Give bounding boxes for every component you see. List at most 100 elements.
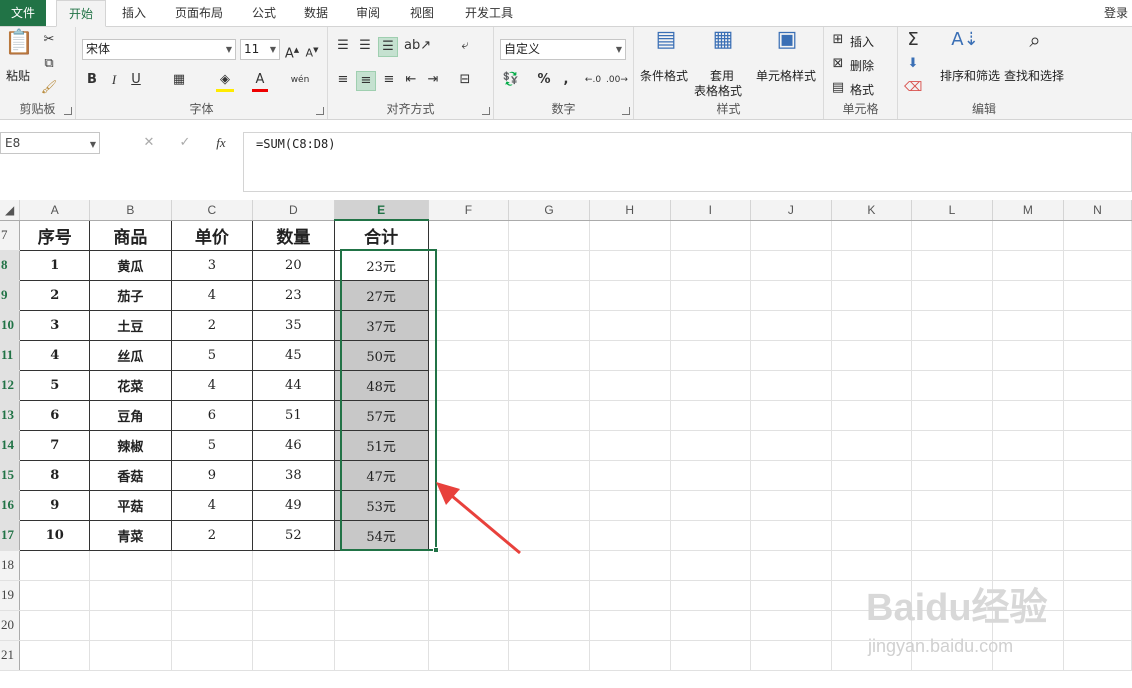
top-align-icon[interactable]: ☰ — [334, 37, 352, 55]
cell[interactable] — [670, 430, 752, 461]
cell[interactable] — [831, 370, 913, 401]
cell[interactable] — [1063, 520, 1132, 551]
cell-price[interactable]: 5 — [170, 339, 254, 371]
cell-product[interactable]: 花菜 — [89, 369, 172, 401]
cell[interactable] — [589, 580, 671, 611]
conditional-formatting-button[interactable]: 条件格式 — [640, 67, 688, 84]
cell[interactable] — [508, 610, 590, 641]
cell[interactable] — [589, 400, 671, 431]
conditional-formatting-icon[interactable]: ▤ — [652, 29, 680, 61]
cell[interactable] — [831, 400, 913, 431]
cell-price[interactable]: 4 — [170, 279, 254, 311]
cell-quantity[interactable]: 49 — [252, 489, 335, 521]
cell-quantity[interactable]: 46 — [252, 429, 335, 461]
sort-filter-button[interactable]: 排序和筛选 — [940, 67, 1000, 84]
cell[interactable] — [992, 250, 1064, 281]
fill-icon[interactable]: ⬇ — [904, 55, 922, 73]
row-header[interactable]: 10 — [0, 310, 21, 341]
cell[interactable] — [428, 220, 510, 251]
cell[interactable] — [252, 550, 335, 581]
header-cell-index[interactable]: 序号 — [19, 219, 91, 251]
tab-file[interactable]: 文件 — [0, 0, 46, 26]
format-as-table-line2[interactable]: 表格格式 — [694, 82, 742, 99]
formula-input[interactable]: =SUM(C8:D8) — [243, 132, 1132, 192]
increase-indent-icon[interactable]: ⇥ — [424, 71, 442, 89]
borders-icon[interactable]: ▦ — [170, 71, 188, 89]
cell[interactable] — [911, 310, 993, 341]
header-cell-price[interactable]: 单价 — [170, 219, 254, 251]
cell[interactable] — [831, 340, 913, 371]
cell[interactable] — [831, 460, 913, 491]
cell[interactable] — [508, 220, 590, 251]
cell[interactable] — [670, 400, 752, 431]
cell[interactable] — [589, 460, 671, 491]
increase-decimal-icon[interactable]: ←.0 — [584, 71, 602, 89]
row-header[interactable]: 21 — [0, 640, 21, 671]
cell-quantity[interactable]: 51 — [252, 399, 335, 431]
select-all-corner[interactable]: ◢ — [0, 200, 21, 221]
row-header[interactable]: 7 — [0, 220, 21, 251]
cell[interactable] — [911, 400, 993, 431]
cell[interactable] — [171, 610, 254, 641]
find-select-icon[interactable]: ⌕ — [1020, 30, 1050, 61]
cell-price[interactable]: 4 — [170, 369, 254, 401]
insert-cells-button[interactable]: 插入 — [850, 33, 874, 50]
row-header[interactable]: 14 — [0, 430, 21, 461]
cell[interactable] — [750, 310, 832, 341]
cell[interactable] — [750, 520, 832, 551]
tab-home[interactable]: 开始 — [56, 0, 106, 27]
cell[interactable] — [589, 220, 671, 251]
cell-index[interactable]: 3 — [19, 309, 91, 341]
column-header[interactable]: C — [171, 200, 254, 221]
row-header[interactable]: 19 — [0, 580, 21, 611]
cell-index[interactable]: 5 — [19, 369, 91, 401]
cell[interactable] — [334, 610, 429, 641]
cell-index[interactable]: 1 — [19, 249, 91, 281]
cell-product[interactable]: 辣椒 — [89, 429, 172, 461]
italic-icon[interactable]: I — [106, 71, 122, 89]
font-launcher-icon[interactable] — [316, 107, 324, 115]
cell[interactable] — [670, 610, 752, 641]
cell-index[interactable]: 6 — [19, 399, 91, 431]
cell[interactable] — [831, 550, 913, 581]
cell-index[interactable]: 9 — [19, 489, 91, 521]
cell-total[interactable]: 57元 — [333, 399, 429, 431]
cell[interactable] — [428, 610, 510, 641]
cell[interactable] — [750, 640, 832, 671]
cell[interactable] — [334, 580, 429, 611]
cell-product[interactable]: 茄子 — [89, 279, 172, 311]
cell-price[interactable]: 5 — [170, 429, 254, 461]
cell[interactable] — [992, 550, 1064, 581]
cell-price[interactable]: 3 — [170, 249, 254, 281]
cell[interactable] — [750, 580, 832, 611]
cell[interactable] — [992, 340, 1064, 371]
cell-total[interactable]: 53元 — [333, 489, 429, 521]
cell[interactable] — [992, 370, 1064, 401]
column-header[interactable]: M — [992, 200, 1064, 221]
column-header[interactable]: A — [19, 200, 91, 221]
format-as-table-icon[interactable]: ▦ — [708, 29, 738, 61]
row-header[interactable]: 17 — [0, 520, 21, 551]
cell[interactable] — [508, 340, 590, 371]
row-header[interactable]: 16 — [0, 490, 21, 521]
cell[interactable] — [911, 340, 993, 371]
accounting-format-icon[interactable]: 💱 — [500, 71, 522, 89]
format-cells-button[interactable]: 格式 — [850, 81, 874, 98]
cell[interactable] — [911, 250, 993, 281]
cell[interactable] — [252, 640, 335, 671]
cell[interactable] — [992, 310, 1064, 341]
autosum-icon[interactable]: Σ — [904, 31, 922, 49]
cell[interactable] — [911, 220, 993, 251]
middle-align-icon[interactable]: ☰ — [356, 37, 374, 55]
cell-styles-button[interactable]: 单元格样式 — [756, 67, 816, 84]
cell[interactable] — [508, 280, 590, 311]
orientation-icon[interactable]: ab↗ — [404, 37, 431, 55]
cell[interactable] — [428, 280, 510, 311]
insert-function-icon[interactable]: fx — [212, 134, 230, 152]
cell[interactable] — [428, 430, 510, 461]
font-name-select[interactable]: 宋体 ▼ — [82, 39, 236, 60]
enter-icon[interactable]: ✓ — [176, 134, 194, 152]
clipboard-launcher-icon[interactable] — [64, 107, 72, 115]
number-launcher-icon[interactable] — [622, 107, 630, 115]
cell[interactable] — [750, 400, 832, 431]
